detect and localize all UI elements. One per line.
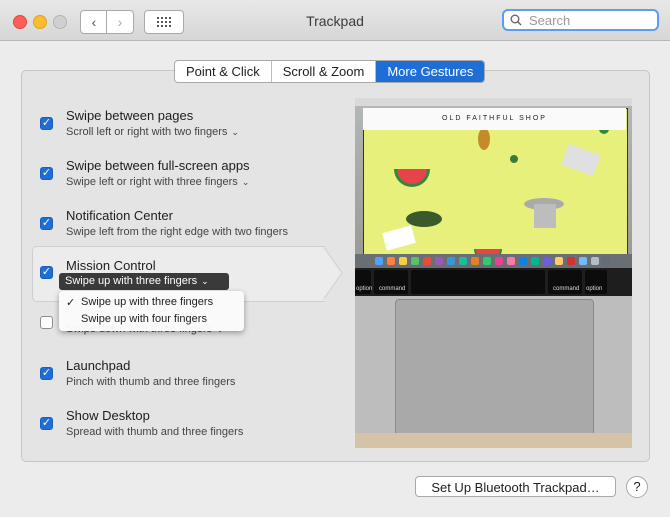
gesture-option-dropdown[interactable]: Scroll left or right with two fingers ⌄ xyxy=(66,126,239,138)
gesture-title: Notification Center xyxy=(66,208,173,223)
app-expose-checkbox[interactable] xyxy=(40,316,53,329)
gesture-title: Show Desktop xyxy=(66,408,150,423)
show-desktop-checkbox[interactable]: ✓ xyxy=(40,417,53,430)
check-icon: ✓ xyxy=(41,367,52,379)
search-input[interactable] xyxy=(527,11,651,29)
gesture-title: Swipe between pages xyxy=(66,108,194,123)
preview-illustration xyxy=(382,124,609,263)
gesture-preview-video: OLD FAITHFUL SHOP option command command… xyxy=(355,98,632,448)
gesture-description: Swipe left from the right edge with two … xyxy=(66,226,288,238)
notification-center-checkbox[interactable]: ✓ xyxy=(40,217,53,230)
chevron-down-icon: ⌄ xyxy=(241,177,250,187)
gesture-description: Spread with thumb and three fingers xyxy=(66,426,244,438)
gesture-option-dropdown[interactable]: Swipe left or right with three fingers ⌄ xyxy=(66,176,249,188)
preview-shop-title: OLD FAITHFUL SHOP xyxy=(442,115,547,122)
gesture-title: Swipe between full-screen apps xyxy=(66,158,250,173)
check-icon: ✓ xyxy=(41,167,52,179)
setup-bluetooth-trackpad-button[interactable]: Set Up Bluetooth Trackpad… xyxy=(415,476,616,497)
search-icon xyxy=(510,14,522,26)
preview-screen xyxy=(363,108,628,270)
check-icon: ✓ xyxy=(66,297,76,309)
preview-keyboard: option command command option xyxy=(355,268,632,296)
check-icon: ✓ xyxy=(41,417,52,429)
preview-dock xyxy=(355,254,632,268)
chevron-down-icon: ⌄ xyxy=(201,276,209,286)
row-pointer xyxy=(323,246,343,300)
launchpad-checkbox[interactable]: ✓ xyxy=(40,367,53,380)
gesture-description: Pinch with thumb and three fingers xyxy=(66,376,236,388)
check-icon: ✓ xyxy=(41,117,52,129)
swipe-pages-checkbox[interactable]: ✓ xyxy=(40,117,53,130)
gesture-title: Launchpad xyxy=(66,358,131,373)
preview-trackpad xyxy=(395,299,594,437)
chevron-down-icon: ⌄ xyxy=(231,127,239,137)
mission-control-menu: ✓ Swipe up with three fingers Swipe up w… xyxy=(59,291,244,331)
title-bar: ‹ › Trackpad xyxy=(0,0,670,41)
fullscreen-apps-checkbox[interactable]: ✓ xyxy=(40,167,53,180)
tab-point-click[interactable]: Point & Click xyxy=(175,61,272,82)
check-icon: ✓ xyxy=(41,217,52,229)
gesture-title: Mission Control xyxy=(66,258,156,273)
menu-item-four-fingers[interactable]: Swipe up with four fingers xyxy=(81,313,207,325)
menu-item-three-fingers[interactable]: Swipe up with three fingers xyxy=(81,296,213,308)
tab-scroll-zoom[interactable]: Scroll & Zoom xyxy=(272,61,377,82)
tab-more-gestures[interactable]: More Gestures xyxy=(376,61,485,82)
mission-control-popup-button[interactable]: Swipe up with three fingers ⌄ xyxy=(59,273,229,290)
check-icon: ✓ xyxy=(41,266,52,278)
search-field[interactable] xyxy=(502,9,659,31)
help-button[interactable]: ? xyxy=(626,476,648,498)
mission-control-checkbox[interactable]: ✓ xyxy=(40,266,53,279)
tab-bar: Point & Click Scroll & Zoom More Gesture… xyxy=(174,60,486,83)
